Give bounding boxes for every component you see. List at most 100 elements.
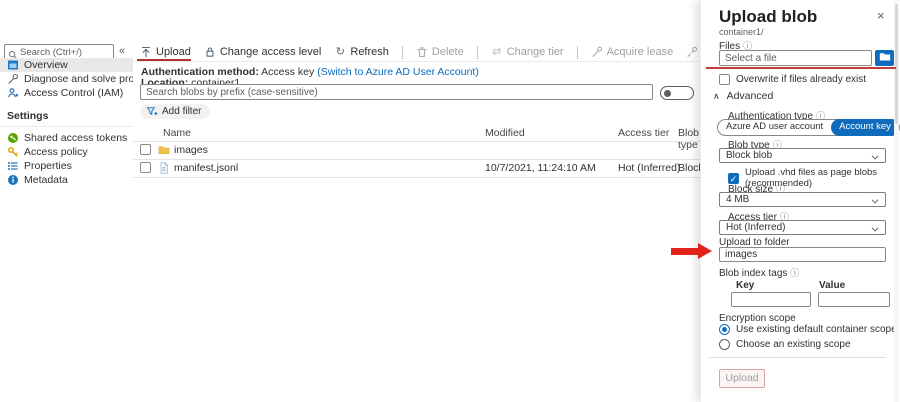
encryption-default-radio-row[interactable]: Use existing default container scope bbox=[719, 324, 897, 335]
block-size-value: 4 MB bbox=[726, 194, 749, 205]
encryption-scope-label: Encryption scope bbox=[719, 313, 796, 324]
chevron-down-icon bbox=[872, 197, 879, 204]
upload-to-folder-input[interactable] bbox=[719, 247, 886, 262]
chevron-up-icon: ∧ bbox=[713, 91, 720, 102]
toolbar-button-refresh[interactable]: ↻Refresh bbox=[334, 46, 389, 58]
toolbar-button-delete[interactable]: Delete bbox=[416, 46, 464, 58]
sidebar: « OverviewDiagnose and solve problemsAcc… bbox=[0, 0, 133, 402]
add-filter-button[interactable]: Add filter bbox=[140, 104, 210, 119]
cell-modified: 10/7/2021, 11:24:10 AM bbox=[485, 162, 596, 174]
tag-value-input[interactable] bbox=[818, 292, 890, 307]
close-icon[interactable]: × bbox=[877, 8, 885, 23]
container-icon bbox=[7, 59, 19, 71]
toolbar-button-label: Acquire lease bbox=[607, 46, 674, 58]
cell-name[interactable]: manifest.jsonl bbox=[174, 162, 238, 174]
sidebar-item-label: Access Control (IAM) bbox=[24, 87, 123, 99]
advanced-section-toggle[interactable]: ∧ Advanced bbox=[713, 90, 773, 102]
block-size-dropdown[interactable]: 4 MB bbox=[719, 192, 886, 207]
column-header-access-tier[interactable]: Access tier bbox=[618, 127, 669, 139]
wrench-icon bbox=[7, 73, 19, 85]
sidebar-group-settings: Settings bbox=[0, 109, 133, 123]
toolbar-button-change-access-level[interactable]: Change access level bbox=[204, 46, 322, 58]
access-tier-value: Hot (Inferred) bbox=[726, 222, 785, 233]
annotation-underline-files bbox=[706, 67, 896, 69]
sidebar-search-input[interactable] bbox=[20, 47, 106, 58]
toolbar: Upload Change access level ↻Refresh Delete ⇄… bbox=[140, 44, 700, 60]
toolbar-button-label: Refresh bbox=[350, 46, 389, 58]
show-deleted-blobs-toggle[interactable] bbox=[660, 86, 694, 100]
toolbar-button-acquire-lease[interactable]: Acquire lease bbox=[591, 46, 674, 58]
column-header-name[interactable]: Name bbox=[163, 127, 191, 139]
properties-icon bbox=[7, 160, 19, 172]
upload-submit-button[interactable]: Upload bbox=[719, 369, 765, 388]
tier-icon: ⇄ bbox=[491, 46, 503, 58]
browse-folder-button[interactable] bbox=[875, 50, 894, 66]
info-icon bbox=[7, 174, 19, 186]
encryption-existing-radio-row[interactable]: Choose an existing scope bbox=[719, 339, 851, 350]
upload-blob-panel: Upload blob × container1/ Filesⓘ Overwri… bbox=[700, 0, 900, 402]
upload-icon bbox=[140, 46, 152, 58]
sidebar-item-access-control-iam[interactable]: Access Control (IAM) bbox=[0, 86, 133, 100]
divider bbox=[133, 61, 700, 62]
lease-icon bbox=[591, 46, 603, 58]
table-row-manifest-jsonl[interactable]: manifest.jsonl 10/7/2021, 11:24:10 AM Hot … bbox=[133, 160, 700, 177]
chevron-down-icon bbox=[872, 225, 879, 232]
chevron-down-icon bbox=[872, 153, 879, 160]
sidebar-item-overview[interactable]: Overview bbox=[0, 58, 133, 72]
blob-search-box[interactable] bbox=[140, 84, 653, 100]
auth-option-azure-ad[interactable]: Azure AD user account bbox=[718, 119, 831, 136]
toolbar-button-upload[interactable]: Upload bbox=[140, 46, 191, 58]
auth-option-account-key[interactable]: Account key bbox=[831, 119, 899, 136]
main-content: Upload Change access level ↻Refresh Delete ⇄… bbox=[133, 0, 700, 402]
folder-icon bbox=[158, 144, 170, 156]
radio-existing-scope[interactable] bbox=[719, 339, 730, 350]
row-checkbox[interactable] bbox=[140, 144, 151, 155]
divider bbox=[133, 177, 700, 178]
annotation-arrow bbox=[671, 243, 713, 259]
divider bbox=[0, 126, 133, 127]
overwrite-checkbox[interactable] bbox=[719, 74, 730, 85]
file-icon bbox=[158, 162, 170, 174]
sidebar-item-label: Shared access tokens bbox=[24, 132, 127, 144]
sidebar-item-diagnose-and-solve-problems[interactable]: Diagnose and solve problems bbox=[0, 72, 133, 86]
access-tier-dropdown[interactable]: Hot (Inferred) bbox=[719, 220, 886, 235]
blob-index-tags-label: Blob index tagsⓘ bbox=[719, 266, 799, 279]
overwrite-label: Overwrite if files already exist bbox=[736, 74, 866, 85]
sidebar-nav: OverviewDiagnose and solve problemsAcces… bbox=[0, 58, 133, 187]
sidebar-item-shared-access-tokens[interactable]: Shared access tokens bbox=[0, 131, 133, 145]
radio-default-scope[interactable] bbox=[719, 324, 730, 335]
sidebar-item-properties[interactable]: Properties bbox=[0, 159, 133, 173]
sidebar-item-label: Metadata bbox=[24, 174, 68, 186]
radio-existing-label: Choose an existing scope bbox=[736, 339, 851, 350]
file-input[interactable] bbox=[719, 50, 872, 66]
toolbar-button-label: Change access level bbox=[220, 46, 322, 58]
scrollbar-thumb[interactable] bbox=[895, 4, 898, 124]
cell-tier: Hot (Inferred) bbox=[618, 162, 680, 174]
switch-auth-link[interactable]: (Switch to Azure AD User Account) bbox=[317, 66, 479, 78]
trash-icon bbox=[416, 46, 428, 58]
toolbar-button-break-lease[interactable]: Break lease bbox=[686, 46, 700, 58]
toggle-knob bbox=[664, 90, 671, 97]
cell-name[interactable]: images bbox=[174, 144, 208, 156]
row-checkbox[interactable] bbox=[140, 162, 151, 173]
panel-scrollbar[interactable] bbox=[894, 0, 899, 402]
overwrite-checkbox-row[interactable]: Overwrite if files already exist bbox=[719, 74, 866, 85]
radio-default-label: Use existing default container scope bbox=[736, 324, 897, 335]
table-row-images[interactable]: images bbox=[133, 142, 700, 159]
blob-search-input[interactable] bbox=[146, 87, 647, 98]
advanced-label: Advanced bbox=[727, 90, 774, 102]
tag-key-input[interactable] bbox=[731, 292, 811, 307]
sidebar-item-label: Access policy bbox=[24, 146, 88, 158]
toolbar-button-change-tier[interactable]: ⇄Change tier bbox=[491, 46, 564, 58]
add-filter-label: Add filter bbox=[162, 106, 201, 117]
sidebar-collapse-button[interactable]: « bbox=[119, 45, 125, 57]
sidebar-item-access-policy[interactable]: Access policy bbox=[0, 145, 133, 159]
sidebar-item-metadata[interactable]: Metadata bbox=[0, 173, 133, 187]
lock-icon bbox=[204, 46, 216, 58]
blob-type-dropdown[interactable]: Block blob bbox=[719, 148, 886, 163]
file-picker-row bbox=[719, 50, 894, 66]
toolbar-button-label: Delete bbox=[432, 46, 464, 58]
azure-portal-window: Home>storage001test> container1 … Contai… bbox=[0, 0, 900, 402]
iam-icon bbox=[7, 87, 19, 99]
column-header-modified[interactable]: Modified bbox=[485, 127, 525, 139]
